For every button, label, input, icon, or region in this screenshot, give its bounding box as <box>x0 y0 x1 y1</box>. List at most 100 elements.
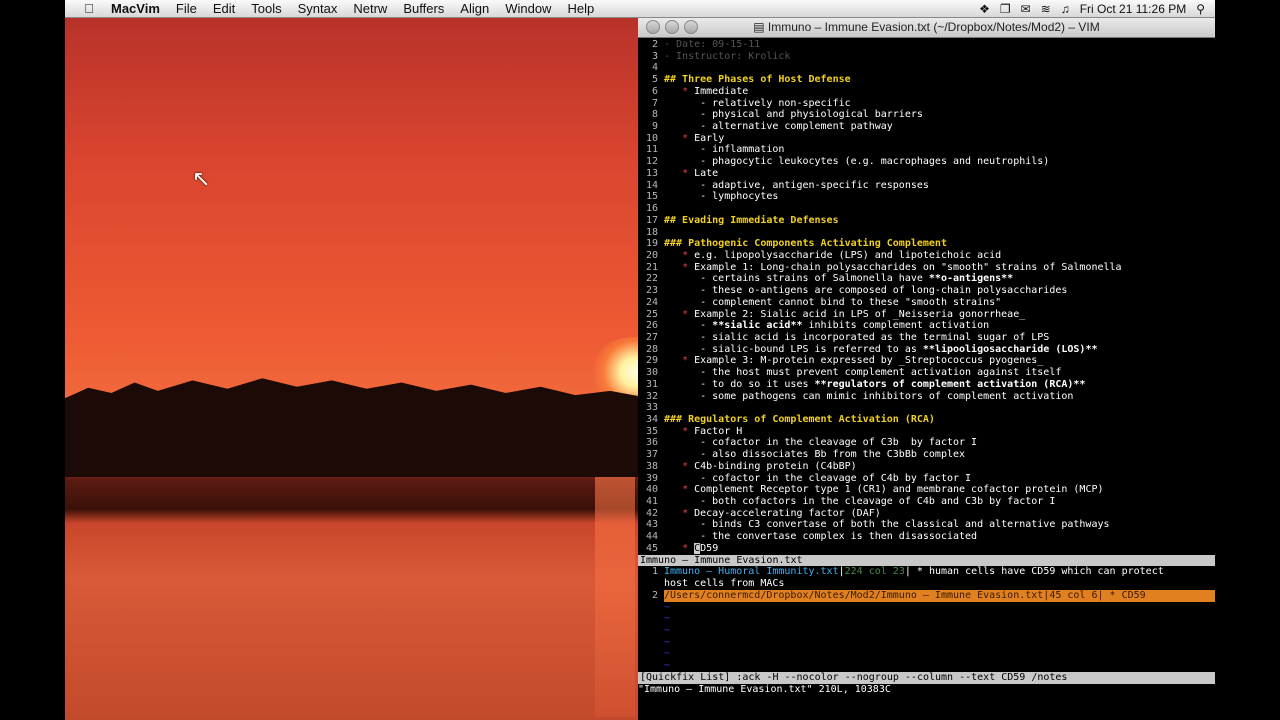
buffer-line[interactable]: 4 <box>638 62 1215 74</box>
menu-help[interactable]: Help <box>559 1 602 16</box>
buffer-line[interactable]: 45 * CD59 <box>638 542 1215 555</box>
line-number: 29 <box>645 355 658 367</box>
menu-align[interactable]: Align <box>452 1 497 16</box>
vim-editor[interactable]: 2 - Date: 09-15-11 3 - Instructor: Krolick 4… <box>638 38 1215 695</box>
volume-icon[interactable]: ♫ <box>1061 2 1070 16</box>
line-number: 34 <box>645 414 658 425</box>
buffer-lines[interactable]: 2 - Date: 09-15-11 3 - Instructor: Krolick 4… <box>638 39 1215 555</box>
buffer-line[interactable]: 32 - some pathogens can mimic inhibitors… <box>638 391 1215 403</box>
quickfix-number: 1 <box>651 566 658 578</box>
buffer-line[interactable]: 42 * Decay-accelerating factor (DAF) <box>638 508 1215 520</box>
buffer-line[interactable]: 33 <box>638 402 1215 414</box>
line-number: 40 <box>645 484 658 496</box>
dropbox-icon[interactable]: ❖ <box>979 2 990 16</box>
line-number: 22 <box>645 273 658 285</box>
empty-line-marker: ~ <box>664 648 671 660</box>
quickfix-status-line: [Quickfix List] :ack -H --nocolor --nogr… <box>638 671 1215 684</box>
line-text: - adaptive, antigen-specific responses <box>664 179 929 191</box>
sun-reflection-image <box>595 477 635 717</box>
clock[interactable]: Fri Oct 21 11:26 PM <box>1080 2 1186 16</box>
line-text: * C4b-binding protein (C4bBP) <box>682 460 857 472</box>
wifi-icon[interactable]: ≋ <box>1041 2 1051 16</box>
apple-menu-icon[interactable]:  <box>75 1 103 16</box>
buffer-line[interactable]: 14 - adaptive, antigen-specific response… <box>638 180 1215 192</box>
mail-icon[interactable]: ✉ <box>1021 2 1031 16</box>
buffer-line[interactable]: 34 ### Regulators of Complement Activatio… <box>638 414 1215 426</box>
line-text: - cofactor in the cleavage of C4b by fac… <box>664 472 972 484</box>
buffer-line[interactable]: 24 - complement cannot bind to these "sm… <box>638 297 1215 309</box>
window-icon[interactable]: ❐ <box>1000 2 1011 16</box>
buffer-line[interactable]: 15 - lymphocytes <box>638 191 1215 203</box>
buffer-line[interactable]: 7 - relatively non-specific <box>638 98 1215 110</box>
line-number: 5 <box>651 74 658 86</box>
buffer-line[interactable]: 18 <box>638 227 1215 239</box>
buffer-line[interactable]: 5 ## Three Phases of Host Defense <box>638 74 1215 86</box>
buffer-line[interactable]: 44 - the convertase complex is then disa… <box>638 531 1215 543</box>
buffer-line[interactable]: 30 - the host must prevent complement ac… <box>638 367 1215 379</box>
buffer-line[interactable]: 10 * Early <box>638 133 1215 145</box>
empty-line-marker: ~ <box>664 601 671 613</box>
line-text: - also dissociates Bb from the C3bBb com… <box>664 449 966 461</box>
line-number: 8 <box>651 109 658 121</box>
buffer-line[interactable]: 36 - cofactor in the cleavage of C3b by … <box>638 437 1215 449</box>
menu-edit[interactable]: Edit <box>205 1 243 16</box>
menu-netrw[interactable]: Netrw <box>345 1 395 16</box>
line-text: - sialic acid is incorporated as the ter… <box>664 331 1050 343</box>
command-line[interactable]: "Immuno – Immune Evasion.txt" 210L, 1038… <box>638 684 1215 696</box>
menu-syntax[interactable]: Syntax <box>290 1 346 16</box>
line-number: 45 <box>645 542 658 554</box>
line-text: - the host must prevent complement activ… <box>664 367 1062 379</box>
quickfix-number: 2 <box>651 589 658 601</box>
buffer-line[interactable]: 21 * Example 1: Long-chain polysaccharid… <box>638 262 1215 274</box>
quickfix-entry[interactable]: 2/Users/connermcd/Dropbox/Notes/Mod2/Imm… <box>638 589 1215 602</box>
buffer-line[interactable]: 13 * Late <box>638 168 1215 180</box>
buffer-line[interactable]: 3 - Instructor: Krolick <box>638 51 1215 63</box>
buffer-line[interactable]: 39 - cofactor in the cleavage of C4b by … <box>638 473 1215 485</box>
buffer-line[interactable]: 41 - both cofactors in the cleavage of C… <box>638 496 1215 508</box>
line-number: 31 <box>645 378 658 390</box>
menu-buffers[interactable]: Buffers <box>395 1 452 16</box>
line-text: - sialic-bound LPS is referred to as **l… <box>664 343 1098 355</box>
buffer-line[interactable]: 11 - inflammation <box>638 144 1215 156</box>
quickfix-list[interactable]: 1 Immuno – Humoral Immunity.txt|224 col 2… <box>638 566 1215 671</box>
quickfix-entry[interactable]: host cells from MACs <box>638 578 1215 590</box>
quickfix-entry[interactable]: 1 Immuno – Humoral Immunity.txt|224 col 2… <box>638 566 1215 578</box>
menu-window[interactable]: Window <box>497 1 559 16</box>
buffer-line[interactable]: 12 - phagocytic leukocytes (e.g. macroph… <box>638 156 1215 168</box>
buffer-line[interactable]: 9 - alternative complement pathway <box>638 121 1215 133</box>
menu-tools[interactable]: Tools <box>243 1 289 16</box>
buffer-line[interactable]: 43 - binds C3 convertase of both the cla… <box>638 519 1215 531</box>
line-number: 25 <box>645 308 658 320</box>
buffer-line[interactable]: 2 - Date: 09-15-11 <box>638 39 1215 51</box>
buffer-line[interactable]: 29 * Example 3: M-protein expressed by _… <box>638 355 1215 367</box>
buffer-line[interactable]: 6 * Immediate <box>638 86 1215 98</box>
buffer-line[interactable]: 23 - these o-antigens are composed of lo… <box>638 285 1215 297</box>
buffer-line[interactable]: 8 - physical and physiological barriers <box>638 109 1215 121</box>
window-titlebar[interactable]: ▤ Immuno – Immune Evasion.txt (~/Dropbox… <box>638 17 1215 38</box>
document-icon: ▤ <box>753 20 768 34</box>
buffer-line[interactable]: 16 <box>638 203 1215 215</box>
buffer-line[interactable]: 40 * Complement Receptor type 1 (CR1) an… <box>638 484 1215 496</box>
buffer-line[interactable]: 17 ## Evading Immediate Defenses <box>638 215 1215 227</box>
buffer-line[interactable]: 27 - sialic acid is incorporated as the … <box>638 332 1215 344</box>
line-text <box>664 402 1215 414</box>
buffer-line[interactable]: 35 * Factor H <box>638 426 1215 438</box>
buffer-line[interactable]: 38 * C4b-binding protein (C4bBP) <box>638 461 1215 473</box>
line-text: - to do so it uses **regulators of compl… <box>664 378 1086 390</box>
buffer-line[interactable]: 19 ### Pathogenic Components Activating C… <box>638 238 1215 250</box>
buffer-line[interactable]: 31 - to do so it uses **regulators of co… <box>638 379 1215 391</box>
buffer-line[interactable]: 25 * Example 2: Sialic acid in LPS of _N… <box>638 309 1215 321</box>
line-text: * e.g. lipopolysaccharide (LPS) and lipo… <box>682 249 1002 261</box>
line-text: - Date: 09-15-11 <box>664 39 761 50</box>
line-number: 30 <box>645 367 658 379</box>
buffer-line[interactable]: 20 * e.g. lipopolysaccharide (LPS) and l… <box>638 250 1215 262</box>
menu-file[interactable]: File <box>168 1 205 16</box>
buffer-line[interactable]: 22 - certains strains of Salmonella have… <box>638 273 1215 285</box>
empty-line-marker: ~ <box>664 613 671 625</box>
menu-app-name[interactable]: MacVim <box>103 1 168 16</box>
spotlight-search-icon[interactable]: ⚲ <box>1196 2 1205 16</box>
buffer-line[interactable]: 37 - also dissociates Bb from the C3bBb … <box>638 449 1215 461</box>
buffer-line[interactable]: 26 - **sialic acid** inhibits complement… <box>638 320 1215 332</box>
line-text: ## Three Phases of Host Defense <box>664 74 851 86</box>
buffer-line[interactable]: 28 - sialic-bound LPS is referred to as … <box>638 344 1215 356</box>
